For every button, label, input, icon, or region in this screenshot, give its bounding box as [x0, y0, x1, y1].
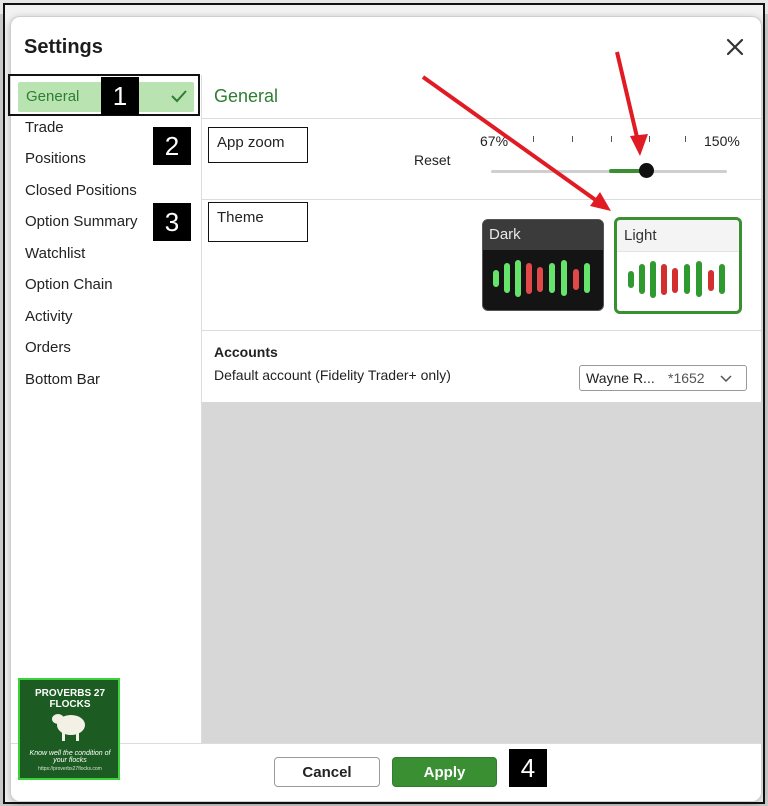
close-icon[interactable]	[723, 35, 747, 59]
sidebar-item-positions[interactable]: Positions	[25, 150, 86, 167]
zoom-tick	[572, 136, 573, 142]
empty-content-area	[202, 402, 761, 743]
account-name: Wayne R...	[586, 370, 655, 386]
account-number: *1652	[668, 370, 705, 386]
divider	[202, 330, 761, 331]
settings-sidebar	[11, 75, 201, 743]
chevron-down-icon	[720, 375, 732, 383]
logo-tagline: Know well the condition of your flocks	[29, 750, 111, 764]
accounts-heading: Accounts	[214, 344, 278, 360]
dialog-title: Settings	[24, 36, 103, 58]
dark-candles-icon	[483, 250, 603, 310]
theme-light-label: Light	[617, 220, 739, 252]
sidebar-item-closed-positions[interactable]: Closed Positions	[25, 182, 137, 199]
sidebar-item-bottom-bar[interactable]: Bottom Bar	[25, 371, 100, 388]
app-zoom-label: App zoom	[208, 127, 308, 163]
zoom-tick	[649, 136, 650, 142]
default-account-select[interactable]: Wayne R... *1652	[579, 365, 747, 391]
theme-dark-label: Dark	[483, 220, 603, 250]
proverbs27-flocks-logo: PROVERBS 27 FLOCKS Know well the conditi…	[18, 678, 120, 780]
divider	[202, 199, 761, 200]
theme-label: Theme	[208, 202, 308, 242]
theme-card-dark[interactable]: Dark	[482, 219, 604, 311]
callout-badge-4: 4	[509, 749, 547, 787]
zoom-slider-thumb[interactable]	[639, 163, 654, 178]
light-candles-icon	[617, 251, 739, 311]
zoom-min-label: 67%	[480, 133, 509, 149]
sheep-icon	[52, 714, 85, 741]
sidebar-item-trade[interactable]: Trade	[25, 119, 64, 136]
zoom-max-label: 150%	[704, 133, 740, 149]
apply-button[interactable]: Apply	[392, 757, 497, 787]
default-account-label: Default account (Fidelity Trader+ only)	[214, 367, 451, 383]
sidebar-item-option-chain[interactable]: Option Chain	[25, 276, 113, 293]
zoom-tick	[533, 136, 534, 142]
callout-badge-3: 3	[153, 203, 191, 241]
divider	[202, 118, 761, 119]
theme-card-light[interactable]: Light	[614, 217, 742, 314]
sidebar-item-activity[interactable]: Activity	[25, 308, 73, 325]
sidebar-item-option-summary[interactable]: Option Summary	[25, 213, 138, 230]
cancel-button[interactable]: Cancel	[274, 757, 380, 787]
dialog-footer	[11, 743, 761, 801]
section-title: General	[214, 86, 279, 106]
logo-url: https://proverbs27flocks.com	[38, 766, 102, 772]
zoom-reset-link[interactable]: Reset	[414, 152, 451, 168]
settings-dialog: Settings General App zoom Reset 67% 150%…	[10, 16, 762, 802]
callout-badge-1: 1	[101, 77, 139, 115]
callout-badge-2: 2	[153, 127, 191, 165]
sidebar-item-watchlist[interactable]: Watchlist	[25, 245, 85, 262]
sidebar-item-orders[interactable]: Orders	[25, 339, 71, 356]
zoom-tick	[685, 136, 686, 142]
zoom-tick	[611, 136, 612, 142]
